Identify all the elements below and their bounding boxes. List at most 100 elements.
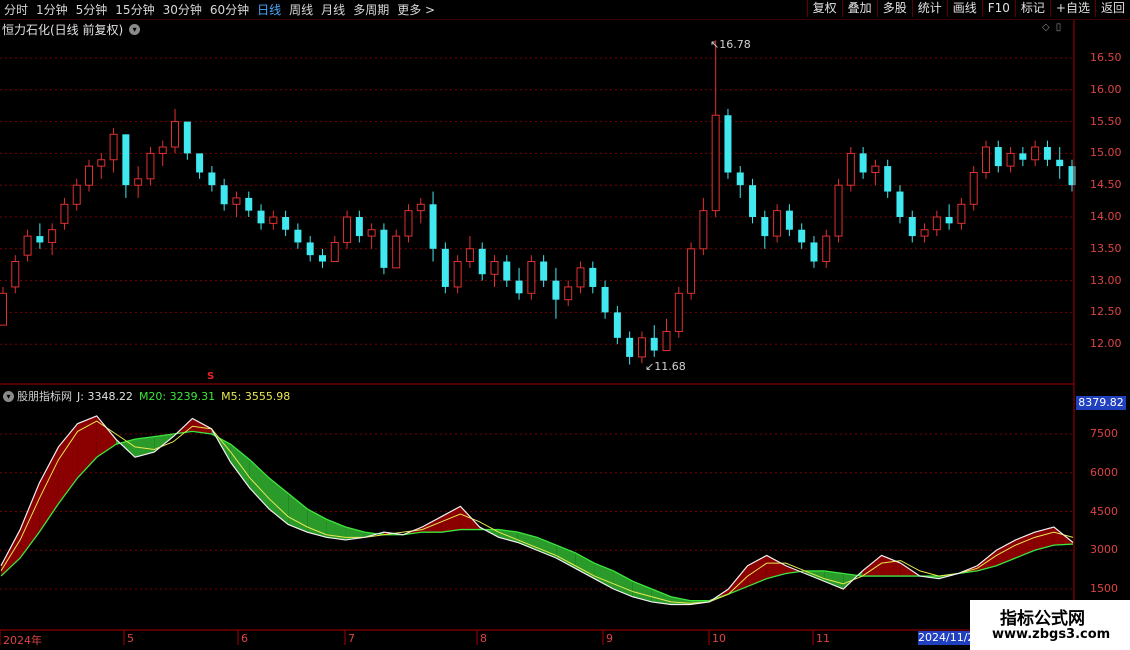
indicator-band — [249, 459, 269, 509]
candle-body — [576, 267, 585, 288]
time-label: 2024年 — [3, 634, 42, 647]
candle-body — [650, 337, 658, 351]
candle-body — [220, 185, 228, 205]
indicator-name[interactable]: 股朋指标网 — [17, 388, 72, 404]
price-tick: 16.00 — [1090, 82, 1122, 96]
candle-body — [785, 210, 793, 230]
candle-body — [343, 216, 352, 243]
time-label: 6 — [241, 632, 248, 645]
indicator-band — [1, 529, 21, 577]
indicator-current-value: 8379.82 — [1076, 396, 1126, 410]
indicator-band — [77, 415, 97, 478]
candle-body — [662, 330, 671, 352]
candle-body — [749, 185, 757, 217]
candle-body — [23, 235, 32, 256]
candle-body — [282, 217, 290, 230]
candle-body — [773, 210, 782, 237]
candle-body — [355, 217, 363, 237]
price-tick: 13.00 — [1090, 273, 1122, 287]
candle-body — [699, 210, 708, 250]
candle-body — [908, 217, 916, 237]
indicator-tick: 4500 — [1090, 504, 1118, 518]
candle-body — [465, 248, 474, 263]
indicator-tick: 7500 — [1090, 427, 1118, 440]
candle-body — [257, 210, 265, 224]
signal-mark: S — [207, 371, 215, 382]
price-tick: 14.00 — [1090, 210, 1122, 223]
candle-body — [981, 146, 990, 173]
chevron-down-icon[interactable]: ▾ — [3, 390, 14, 402]
candle-body — [601, 286, 609, 313]
candle-body — [1043, 147, 1051, 160]
low-price-value: 11.68 — [654, 360, 686, 373]
price-tick: 12.00 — [1090, 337, 1122, 351]
price-tick: 14.50 — [1090, 178, 1122, 192]
price-tick: 15.00 — [1090, 146, 1122, 160]
candle-body — [711, 114, 720, 212]
candle-body — [540, 261, 548, 281]
price-tick: 15.50 — [1090, 114, 1122, 128]
candle-body — [208, 172, 216, 186]
candle-body — [552, 280, 560, 300]
time-label: 10 — [712, 632, 726, 645]
candle-body — [626, 337, 634, 357]
chart-canvas[interactable] — [0, 0, 1130, 650]
candle-body — [245, 197, 253, 211]
candle-body — [687, 248, 696, 294]
candle-body — [392, 235, 401, 269]
candle-body — [810, 242, 818, 262]
candle-body — [503, 261, 511, 281]
candle-body — [441, 248, 449, 287]
indicator-tick: 3000 — [1090, 543, 1118, 557]
candle-body — [171, 121, 180, 148]
watermark: 指标公式网 www.zbgs3.com — [970, 600, 1130, 650]
indicator-band — [766, 555, 786, 579]
candle-body — [158, 146, 167, 154]
indicator-band — [881, 555, 901, 577]
candle-body — [932, 216, 941, 231]
indicator-band — [422, 516, 442, 533]
candle-body — [613, 312, 621, 338]
indicator-band — [288, 493, 308, 533]
candle-body — [72, 184, 81, 205]
candle-body — [453, 261, 462, 288]
time-label: 11 — [816, 632, 830, 645]
candle-body — [429, 204, 437, 249]
time-label: 5 — [127, 632, 134, 645]
price-tick: 16.50 — [1090, 51, 1122, 64]
candle-body — [674, 292, 683, 332]
candle-body — [109, 133, 118, 161]
candle-body — [232, 197, 241, 205]
candle-body — [318, 255, 326, 262]
price-tick: 13.50 — [1090, 241, 1122, 255]
candle-body — [871, 165, 880, 173]
candle-body — [945, 217, 953, 224]
indicator-header: ▾ 股朋指标网 J: 3348.22 M20: 3239.31 M5: 3555… — [3, 388, 290, 404]
candle-body — [884, 166, 892, 192]
candle-body — [380, 229, 388, 268]
candle-body — [97, 159, 106, 167]
high-price-value: 16.78 — [719, 38, 751, 51]
candle-body — [846, 152, 855, 186]
candle-body — [859, 153, 867, 173]
indicator-band — [441, 506, 461, 533]
candle-body — [0, 292, 7, 326]
indicator-m20-value: M20: 3239.31 — [138, 389, 216, 403]
candle-body — [896, 191, 904, 217]
candle-body — [478, 248, 486, 275]
candle-body — [367, 229, 376, 237]
candle-body — [589, 267, 597, 287]
candle-body — [85, 165, 94, 186]
candle-body — [1056, 159, 1064, 167]
candle-body — [404, 210, 413, 237]
indicator-band — [20, 483, 40, 558]
candle-body — [1006, 152, 1015, 167]
candle-body — [36, 236, 44, 243]
candle-body — [957, 203, 966, 224]
indicator-tick: 1500 — [1090, 582, 1118, 595]
candle-body — [294, 229, 302, 243]
candle-body — [269, 216, 278, 224]
candle-body — [798, 229, 806, 243]
candle-body — [761, 217, 769, 237]
candle-body — [11, 261, 20, 288]
